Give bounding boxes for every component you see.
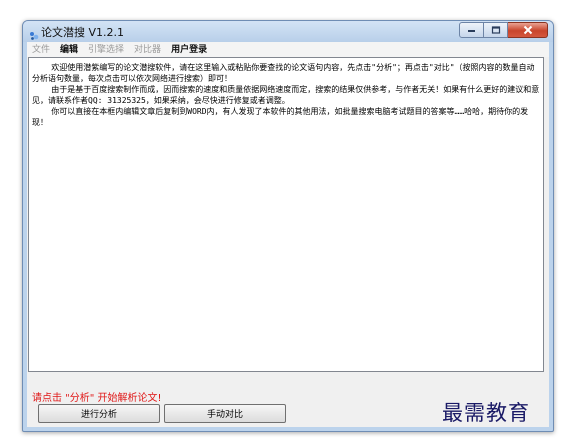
window-title: 论文潜搜 V1.2.1 [41, 26, 125, 39]
manual-compare-button[interactable]: 手动对比 [164, 404, 286, 423]
close-icon [523, 25, 532, 35]
menu-comparator[interactable]: 对比器 [129, 43, 166, 57]
text-paragraph: 你可以直接在本框内编辑文章后复制到WORD内，有人发现了本软件的其他用法，如批量… [32, 107, 529, 127]
analyze-button[interactable]: 进行分析 [38, 404, 160, 423]
window-controls [459, 22, 548, 39]
maximize-button[interactable] [484, 22, 508, 38]
maximize-icon [491, 26, 500, 34]
watermark-text: 最需教育 [442, 401, 530, 425]
client-area: 文件 编辑 引擎选择 对比器 用户登录 欢迎使用潜紫编写的论文潜搜软件，请在这里… [27, 42, 549, 427]
app-window: 论文潜搜 V1.2.1 文件 编辑 引擎选择 对比器 用户登录 欢迎使用潜紫编写… [22, 20, 554, 432]
close-button[interactable] [508, 22, 548, 38]
text-paragraph: 欢迎使用潜紫编写的论文潜搜软件，请在这里输入或粘贴你要查找的论文语句内容，先点击… [32, 63, 535, 83]
menu-user-login[interactable]: 用户登录 [166, 43, 212, 57]
menu-bar: 文件 编辑 引擎选择 对比器 用户登录 [27, 42, 549, 57]
paper-text-input[interactable]: 欢迎使用潜紫编写的论文潜搜软件，请在这里输入或粘贴你要查找的论文语句内容，先点击… [28, 57, 544, 372]
app-icon [29, 26, 39, 40]
menu-engine-select[interactable]: 引擎选择 [83, 43, 129, 57]
minimize-button[interactable] [459, 22, 484, 38]
menu-edit[interactable]: 编辑 [55, 43, 83, 57]
text-paragraph: 由于是基于百度搜索制作而成，因而搜索的速度和质量依据网络速度而定，搜索的结果仅供… [32, 85, 540, 105]
menu-file[interactable]: 文件 [27, 43, 55, 57]
title-bar[interactable]: 论文潜搜 V1.2.1 [23, 21, 553, 42]
status-message: 请点击 "分析" 开始解析论文! [32, 393, 162, 404]
minimize-icon [467, 30, 475, 32]
